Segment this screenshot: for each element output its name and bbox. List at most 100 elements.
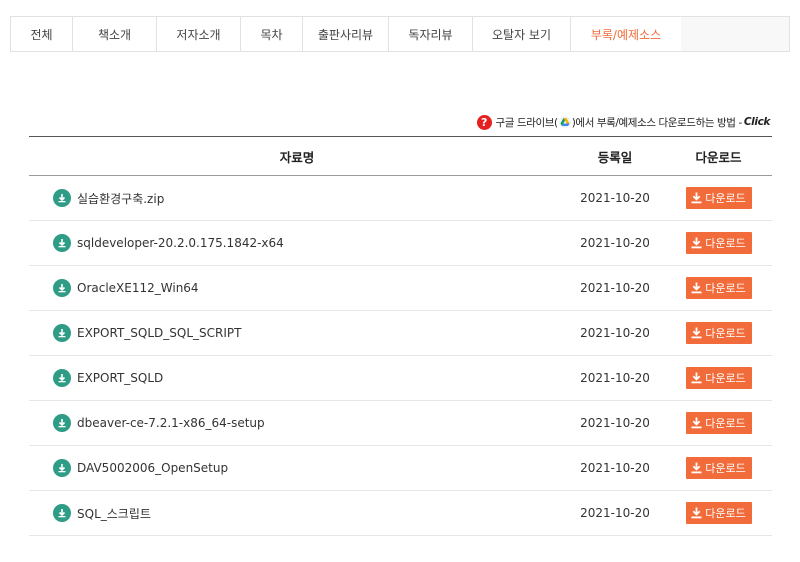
download-cell: 다운로드 — [665, 310, 772, 356]
download-icon — [53, 279, 71, 297]
file-date: 2021-10-20 — [565, 265, 665, 311]
download-cell: 다운로드 — [665, 175, 772, 221]
header-date: 등록일 — [565, 136, 665, 176]
file-name[interactable]: SQL_스크립트 — [77, 505, 151, 522]
download-cell: 다운로드 — [665, 445, 772, 491]
file-name-wrap[interactable]: EXPORT_SQLD_SQL_SCRIPT — [53, 324, 565, 342]
file-name-wrap[interactable]: EXPORT_SQLD — [53, 369, 565, 387]
file-name-cell: 실습환경구축.zip — [29, 175, 565, 221]
file-name[interactable]: 실습환경구축.zip — [77, 190, 164, 207]
download-arrow-icon — [691, 282, 705, 294]
header-download: 다운로드 — [665, 136, 772, 176]
download-icon — [53, 369, 71, 387]
download-cell: 다운로드 — [665, 490, 772, 536]
file-name-cell: SQL_스크립트 — [29, 490, 565, 536]
download-icon — [53, 504, 71, 522]
file-name-wrap[interactable]: DAV5002006_OpenSetup — [53, 459, 565, 477]
file-name-wrap[interactable]: sqldeveloper-20.2.0.175.1842-x64 — [53, 234, 565, 252]
file-date: 2021-10-20 — [565, 355, 665, 401]
help-icon: ? — [476, 114, 492, 130]
file-date: 2021-10-20 — [565, 220, 665, 266]
download-button[interactable]: 다운로드 — [685, 367, 752, 389]
file-name-cell: OracleXE112_Win64 — [29, 265, 565, 311]
guide-text-before: 구글 드라이브( — [495, 116, 559, 129]
file-name[interactable]: EXPORT_SQLD_SQL_SCRIPT — [77, 326, 241, 340]
download-button[interactable]: 다운로드 — [685, 412, 752, 434]
file-name[interactable]: dbeaver-ce-7.2.1-x86_64-setup — [77, 416, 265, 430]
guide-text-after: )에서 부록/예제소스 다운로드하는 방법 - — [571, 116, 743, 129]
file-name-cell: dbeaver-ce-7.2.1-x86_64-setup — [29, 400, 565, 446]
table-row: SQL_스크립트 2021-10-20 다운로드 — [29, 490, 772, 536]
file-name-cell: EXPORT_SQLD — [29, 355, 565, 401]
guide-click-link[interactable]: Click — [744, 116, 771, 128]
file-name[interactable]: sqldeveloper-20.2.0.175.1842-x64 — [77, 236, 284, 250]
file-name[interactable]: OracleXE112_Win64 — [77, 281, 199, 295]
tab-item[interactable]: 저자소개 — [157, 17, 241, 51]
tab-item[interactable]: 목차 — [241, 17, 303, 51]
tab-item[interactable]: 오탈자 보기 — [473, 17, 571, 51]
download-button-label: 다운로드 — [705, 507, 746, 520]
table-row: dbeaver-ce-7.2.1-x86_64-setup 2021-10-20 다… — [29, 400, 772, 446]
download-arrow-icon — [691, 507, 705, 519]
table-row: sqldeveloper-20.2.0.175.1842-x64 2021-10-… — [29, 220, 772, 266]
download-arrow-icon — [691, 237, 705, 249]
google-drive-icon — [558, 116, 571, 128]
file-name-cell: DAV5002006_OpenSetup — [29, 445, 565, 491]
file-date: 2021-10-20 — [565, 400, 665, 446]
file-name[interactable]: EXPORT_SQLD — [77, 371, 163, 385]
download-arrow-icon — [691, 372, 705, 384]
download-button[interactable]: 다운로드 — [685, 502, 752, 524]
file-date: 2021-10-20 — [565, 490, 665, 536]
file-name-cell: sqldeveloper-20.2.0.175.1842-x64 — [29, 220, 565, 266]
download-icon — [53, 234, 71, 252]
download-cell: 다운로드 — [665, 265, 772, 311]
tab-item[interactable]: 책소개 — [73, 17, 157, 51]
resource-table: 자료명 등록일 다운로드 실습환경구축.zip 2021-10-20 다운로드 sql… — [29, 136, 772, 536]
tab-item[interactable]: 출판사리뷰 — [303, 17, 389, 51]
download-icon — [53, 324, 71, 342]
download-button-label: 다운로드 — [705, 462, 746, 475]
download-arrow-icon — [691, 462, 705, 474]
download-icon — [53, 459, 71, 477]
file-name-cell: EXPORT_SQLD_SQL_SCRIPT — [29, 310, 565, 356]
tab-item[interactable]: 부록/예제소스 — [571, 17, 681, 51]
download-arrow-icon — [691, 192, 705, 204]
table-row: EXPORT_SQLD_SQL_SCRIPT 2021-10-20 다운로드 — [29, 310, 772, 356]
download-cell: 다운로드 — [665, 355, 772, 401]
download-arrow-icon — [691, 417, 705, 429]
table-row: DAV5002006_OpenSetup 2021-10-20 다운로드 — [29, 445, 772, 491]
download-button[interactable]: 다운로드 — [685, 457, 752, 479]
tab-bar-filler — [681, 17, 789, 51]
tab-bar: 전체 책소개 저자소개 목차 출판사리뷰 독자리뷰 오탈자 보기 부록/예제소스 — [10, 16, 790, 52]
file-date: 2021-10-20 — [565, 310, 665, 356]
download-cell: 다운로드 — [665, 400, 772, 446]
tab-item[interactable]: 독자리뷰 — [389, 17, 473, 51]
file-name-wrap[interactable]: 실습환경구축.zip — [53, 189, 565, 207]
file-date: 2021-10-20 — [565, 445, 665, 491]
file-date: 2021-10-20 — [565, 175, 665, 221]
download-arrow-icon — [691, 327, 705, 339]
table-header-row: 자료명 등록일 다운로드 — [29, 136, 772, 176]
file-name-wrap[interactable]: OracleXE112_Win64 — [53, 279, 565, 297]
download-icon — [53, 189, 71, 207]
file-name-wrap[interactable]: dbeaver-ce-7.2.1-x86_64-setup — [53, 414, 565, 432]
download-button-label: 다운로드 — [705, 372, 746, 385]
download-button-label: 다운로드 — [705, 282, 746, 295]
download-button[interactable]: 다운로드 — [685, 277, 752, 299]
header-name: 자료명 — [29, 136, 565, 176]
download-button[interactable]: 다운로드 — [685, 232, 752, 254]
download-button-label: 다운로드 — [705, 237, 746, 250]
table-row: EXPORT_SQLD 2021-10-20 다운로드 — [29, 355, 772, 401]
file-name[interactable]: DAV5002006_OpenSetup — [77, 461, 228, 475]
file-name-wrap[interactable]: SQL_스크립트 — [53, 504, 565, 522]
table-row: 실습환경구축.zip 2021-10-20 다운로드 — [29, 175, 772, 221]
download-guide[interactable]: ? 구글 드라이브( )에서 부록/예제소스 다운로드하는 방법 - Click — [476, 114, 771, 130]
table-row: OracleXE112_Win64 2021-10-20 다운로드 — [29, 265, 772, 311]
download-button-label: 다운로드 — [705, 417, 746, 430]
download-cell: 다운로드 — [665, 220, 772, 266]
download-button[interactable]: 다운로드 — [685, 322, 752, 344]
download-button-label: 다운로드 — [705, 192, 746, 205]
tab-item[interactable]: 전체 — [11, 17, 73, 51]
download-button-label: 다운로드 — [705, 327, 746, 340]
download-button[interactable]: 다운로드 — [685, 187, 752, 209]
